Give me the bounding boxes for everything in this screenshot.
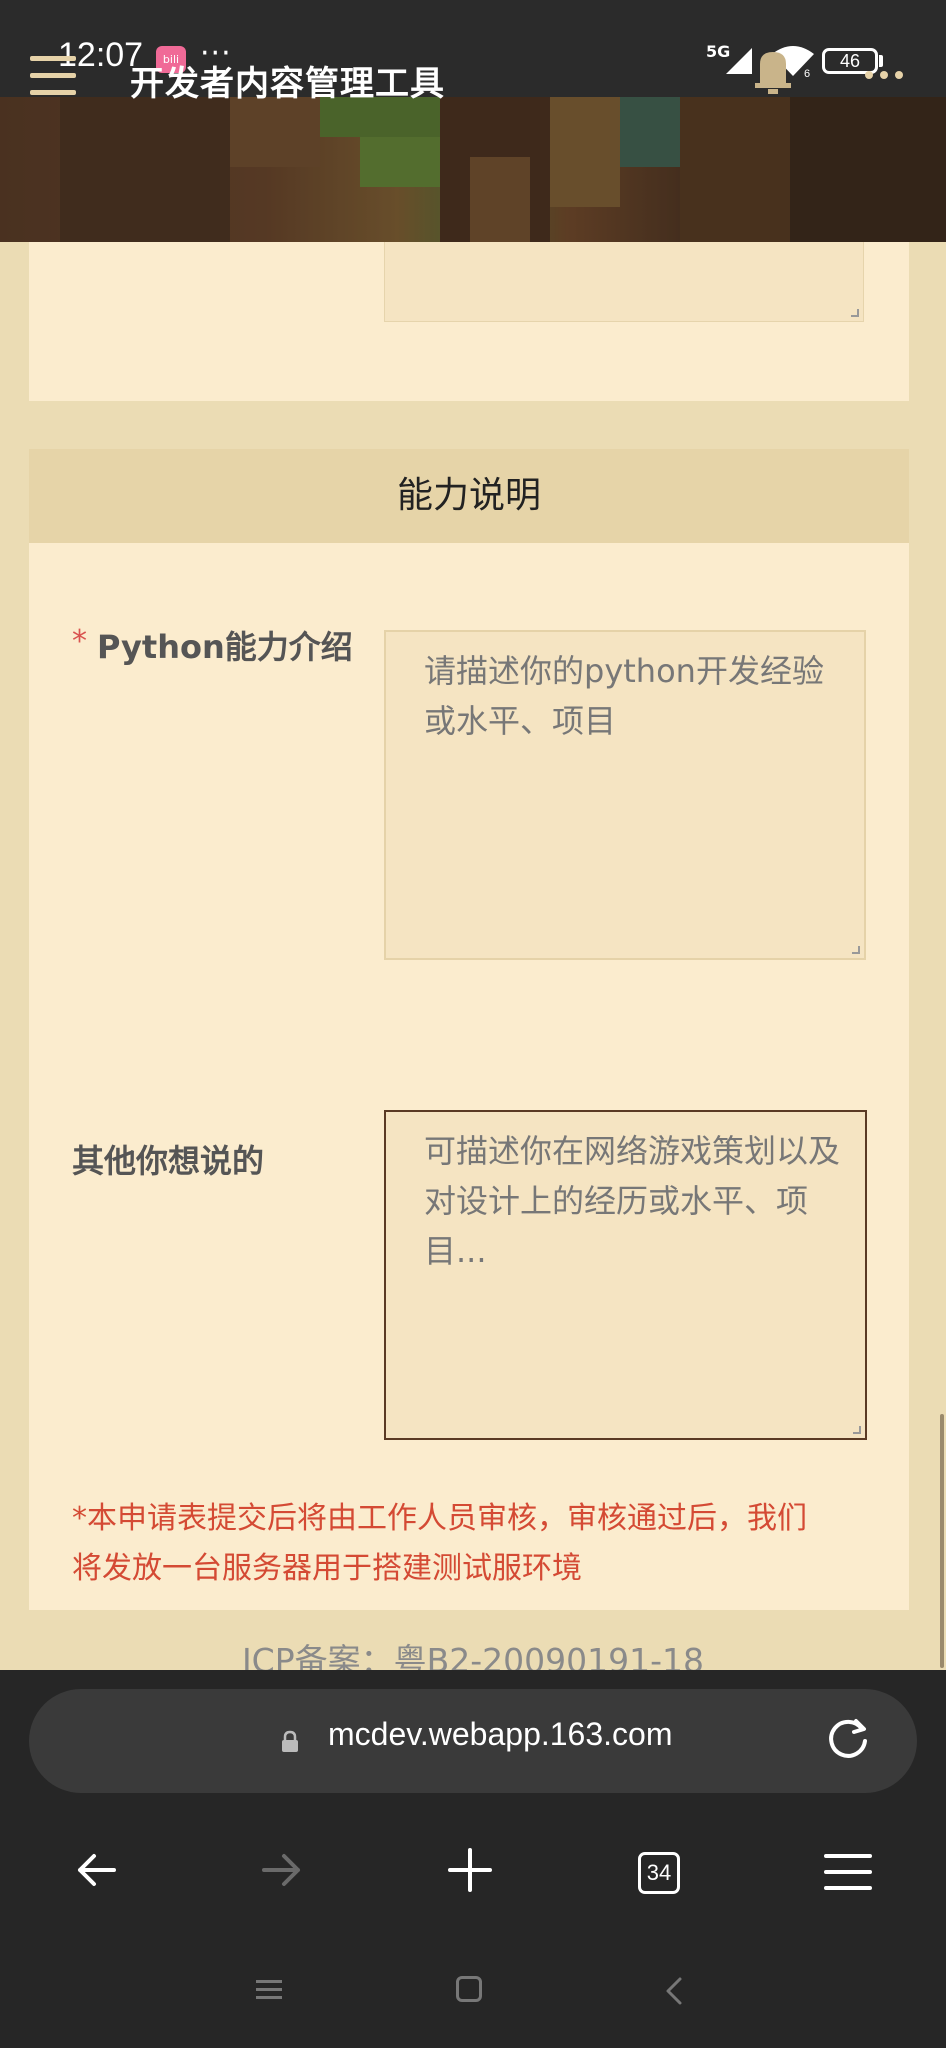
new-tab-plus-icon[interactable] xyxy=(448,1848,492,1892)
battery-cap xyxy=(879,55,883,67)
system-recents-icon[interactable] xyxy=(254,1978,284,2002)
required-mark: * xyxy=(72,624,87,659)
back-arrow-icon[interactable] xyxy=(74,1848,118,1892)
browser-menu-icon[interactable] xyxy=(824,1852,872,1892)
url-text[interactable]: mcdev.webapp.163.com xyxy=(328,1716,672,1753)
previous-textarea[interactable] xyxy=(384,242,864,322)
other-comments-label: 其他你想说的 xyxy=(72,1142,265,1180)
other-comments-textarea[interactable]: 可描述你在网络游戏策划以及对设计上的经历或水平、项目... xyxy=(384,1110,867,1440)
hamburger-menu-icon[interactable] xyxy=(30,54,78,98)
reload-icon[interactable] xyxy=(824,1715,872,1763)
review-notice: *本申请表提交后将由工作人员审核，审核通过后，我们将发放一台服务器用于搭建测试服… xyxy=(72,1501,807,1586)
notification-bell-icon[interactable] xyxy=(752,50,794,96)
page-title: 开发者内容管理工具 xyxy=(130,64,445,104)
lock-icon xyxy=(282,1730,298,1752)
python-ability-textarea[interactable]: 请描述你的python开发经验或水平、项目 xyxy=(384,630,866,960)
app-header xyxy=(0,97,946,242)
other-comments-placeholder: 可描述你在网络游戏策划以及对设计上的经历或水平、项目... xyxy=(424,1132,841,1270)
page-scrollbar[interactable] xyxy=(940,1414,944,1668)
forward-arrow-icon[interactable] xyxy=(260,1848,304,1892)
python-ability-placeholder: 请描述你的python开发经验或水平、项目 xyxy=(424,652,824,740)
python-ability-label: Python能力介绍 xyxy=(97,628,353,666)
more-options-icon[interactable] xyxy=(864,70,904,80)
signal-icon xyxy=(726,48,752,74)
system-back-icon[interactable] xyxy=(664,1976,684,2006)
svg-text:6: 6 xyxy=(804,68,810,78)
header-shade xyxy=(0,97,946,242)
tab-count-button[interactable]: 34 xyxy=(638,1852,680,1894)
system-home-icon[interactable] xyxy=(456,1976,482,2002)
section-title: 能力说明 xyxy=(396,475,541,516)
